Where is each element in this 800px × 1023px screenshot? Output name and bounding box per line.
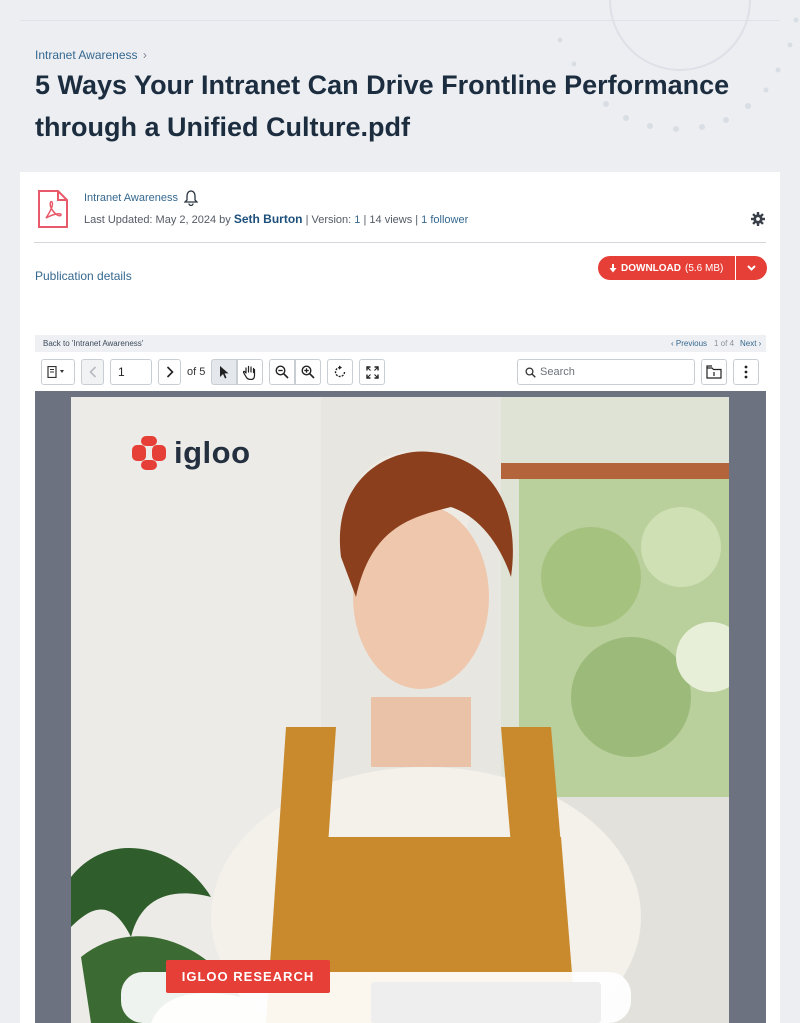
next-page-button[interactable] (158, 359, 181, 385)
back-link[interactable]: Back to 'Intranet Awareness' (43, 339, 143, 348)
previous-page-button[interactable] (81, 359, 104, 385)
file-meta-line: Last Updated: May 2, 2024 by Seth Burton… (84, 212, 468, 226)
sidebar-toggle-icon (47, 366, 64, 378)
viewer-search (517, 359, 695, 385)
zoom-out-icon (275, 365, 289, 379)
cover-photo (71, 397, 729, 1023)
igloo-logo-icon (132, 436, 166, 470)
page-total: of 5 (187, 366, 206, 378)
file-pager: Back to 'Intranet Awareness' ‹ Previous … (35, 335, 766, 352)
hand-icon (243, 365, 256, 380)
rotate-icon (334, 365, 346, 378)
open-file-button[interactable] (701, 359, 727, 385)
author-link[interactable]: Seth Burton (234, 212, 303, 226)
next-link[interactable]: Next › (740, 339, 761, 348)
chevron-right-icon (166, 366, 174, 378)
fullscreen-icon (365, 365, 379, 379)
download-button-group: DOWNLOAD (5.6 MB) (598, 256, 768, 280)
document-viewer[interactable]: igloo IGLOO RESEARCH (35, 391, 766, 1023)
chevron-down-icon (747, 265, 757, 271)
zoom-in-button[interactable] (295, 359, 321, 385)
download-size: (5.6 MB) (685, 262, 724, 274)
research-badge: IGLOO RESEARCH (166, 960, 330, 993)
chevron-left-icon (88, 366, 96, 378)
select-tool-button[interactable] (211, 359, 237, 385)
last-updated-text: Last Updated: May 2, 2024 by (84, 214, 231, 226)
pointer-icon (220, 366, 229, 379)
viewer-toolbar: of 5 (35, 353, 766, 391)
divider (34, 242, 766, 243)
more-options-button[interactable] (733, 359, 759, 385)
breadcrumb-link[interactable]: Intranet Awareness (35, 48, 138, 62)
search-input[interactable] (540, 363, 690, 381)
pdf-file-icon (38, 190, 68, 228)
download-label: DOWNLOAD (621, 262, 681, 274)
download-arrow-icon (609, 263, 617, 272)
space-link[interactable]: Intranet Awareness (84, 192, 178, 204)
zoom-out-button[interactable] (269, 359, 295, 385)
download-options-button[interactable] (735, 256, 768, 280)
rotate-button[interactable] (327, 359, 353, 385)
version-prefix: | Version: (305, 214, 352, 226)
gear-icon[interactable] (751, 212, 765, 226)
open-file-icon (706, 365, 722, 379)
page-title: 5 Ways Your Intranet Can Drive Frontline… (35, 70, 730, 142)
igloo-logo-text: igloo (174, 435, 251, 470)
sidebar-toggle-button[interactable] (41, 359, 75, 385)
pan-tool-button[interactable] (237, 359, 263, 385)
search-icon (525, 367, 536, 378)
fullscreen-button[interactable] (359, 359, 385, 385)
breadcrumb: Intranet Awareness › (35, 48, 147, 62)
page-number-input[interactable] (110, 359, 152, 385)
version-link[interactable]: 1 (354, 214, 360, 226)
document-card: Intranet Awareness Last Updated: May 2, … (20, 172, 780, 1023)
download-button[interactable]: DOWNLOAD (5.6 MB) (598, 256, 736, 280)
publication-details-link[interactable]: Publication details (35, 269, 132, 283)
bell-icon[interactable] (184, 190, 198, 206)
breadcrumb-separator: › (142, 48, 147, 62)
pdf-page: igloo IGLOO RESEARCH (71, 397, 729, 1023)
views-count: | 14 views | (363, 214, 419, 226)
followers-link[interactable]: 1 follower (421, 214, 468, 226)
zoom-in-icon (301, 365, 315, 379)
more-vertical-icon (744, 365, 748, 379)
igloo-logo: igloo (132, 435, 251, 471)
pager-count: 1 of 4 (714, 339, 735, 348)
previous-link[interactable]: ‹ Previous (671, 339, 707, 348)
